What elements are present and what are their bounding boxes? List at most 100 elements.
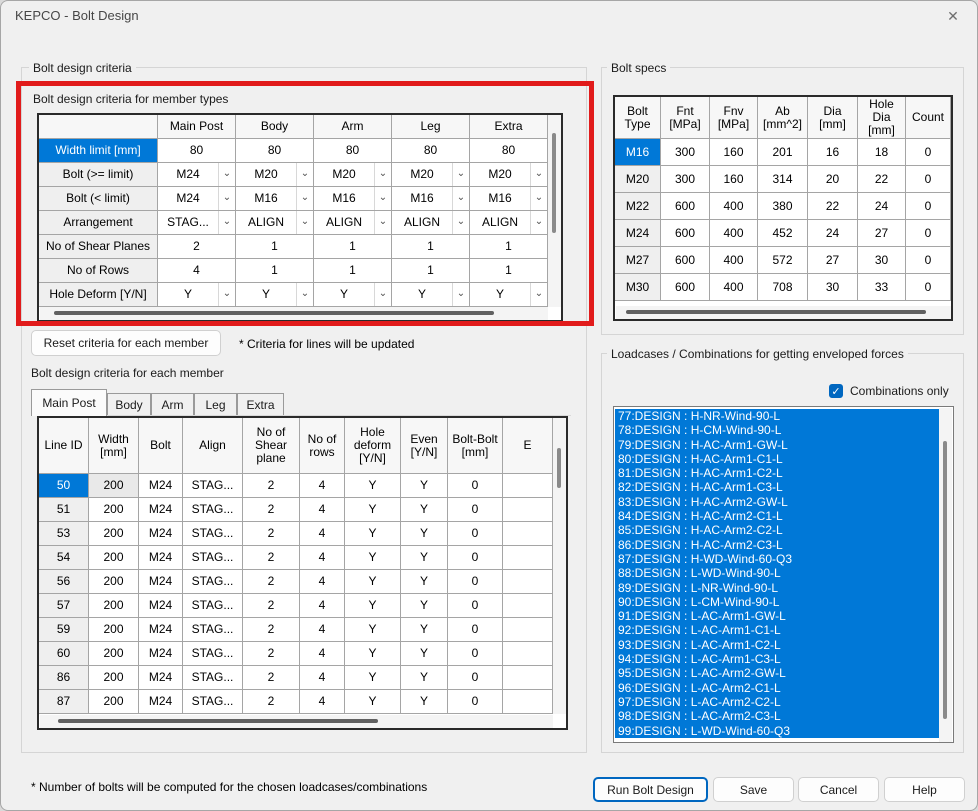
specs-cell[interactable]: 0 — [906, 193, 951, 220]
specs-cell[interactable]: 0 — [906, 220, 951, 247]
pm-cell[interactable]: 2 — [243, 666, 300, 690]
pm-cell[interactable]: 200 — [89, 618, 139, 642]
specs-cell[interactable]: 20 — [808, 166, 858, 193]
pm-cell[interactable]: 2 — [243, 474, 300, 498]
pm-cell[interactable]: Y — [345, 642, 401, 666]
pm-cell[interactable] — [503, 546, 553, 570]
pm-cell[interactable]: STAG... — [183, 474, 243, 498]
chevron-down-icon[interactable]: ⌄ — [218, 283, 235, 306]
pm-cell[interactable]: Y — [345, 594, 401, 618]
pm-cell[interactable]: M24 — [139, 666, 183, 690]
mt-value-cell[interactable]: 80 — [236, 139, 314, 163]
pm-cell[interactable]: M24 — [139, 570, 183, 594]
pm-cell[interactable] — [503, 570, 553, 594]
pm-cell[interactable]: M24 — [139, 474, 183, 498]
pm-cell[interactable]: 2 — [243, 594, 300, 618]
pm-cell[interactable]: 4 — [300, 498, 345, 522]
combinations-only-checkbox[interactable]: ✓ — [829, 384, 843, 398]
lc-vscroll-track[interactable] — [939, 408, 952, 742]
chevron-down-icon[interactable]: ⌄ — [218, 211, 235, 234]
pm-hscroll-thumb[interactable] — [58, 719, 378, 723]
pm-vscroll-track[interactable] — [552, 418, 566, 714]
specs-row-header[interactable]: M16 — [615, 139, 661, 166]
loadcase-item[interactable]: 85:DESIGN : H-AC-Arm2-C2-L — [615, 523, 940, 537]
pm-cell[interactable]: 2 — [243, 522, 300, 546]
pm-cell[interactable]: Y — [401, 618, 448, 642]
chevron-down-icon[interactable]: ⌄ — [374, 187, 391, 210]
pm-row-header[interactable]: 87 — [39, 690, 89, 714]
pm-cell[interactable]: 4 — [300, 570, 345, 594]
mt-row-header[interactable]: Arrangement — [39, 211, 158, 235]
pm-row-header[interactable]: 59 — [39, 618, 89, 642]
mt-combo-cell[interactable]: Y⌄ — [392, 283, 470, 307]
mt-row-header[interactable]: Bolt (< limit) — [39, 187, 158, 211]
pm-row-header[interactable]: 53 — [39, 522, 89, 546]
chevron-down-icon[interactable]: ⌄ — [530, 163, 547, 186]
specs-cell[interactable]: 400 — [710, 193, 758, 220]
loadcase-item[interactable]: 82:DESIGN : H-AC-Arm1-C3-L — [615, 480, 940, 494]
loadcase-item[interactable]: 93:DESIGN : L-AC-Arm1-C2-L — [615, 638, 940, 652]
specs-cell[interactable]: 16 — [808, 139, 858, 166]
mt-vscroll-track[interactable] — [547, 115, 561, 307]
mt-combo-cell[interactable]: ALIGN⌄ — [392, 211, 470, 235]
mt-value-cell[interactable]: 4 — [158, 259, 236, 283]
pm-cell[interactable]: Y — [345, 666, 401, 690]
tab-body[interactable]: Body — [107, 393, 151, 416]
loadcase-item[interactable]: 92:DESIGN : L-AC-Arm1-C1-L — [615, 623, 940, 637]
loadcase-item[interactable]: 90:DESIGN : L-CM-Wind-90-L — [615, 595, 940, 609]
pm-cell[interactable]: 0 — [448, 546, 503, 570]
loadcase-item[interactable]: 83:DESIGN : H-AC-Arm2-GW-L — [615, 495, 940, 509]
chevron-down-icon[interactable]: ⌄ — [374, 163, 391, 186]
mt-combo-cell[interactable]: STAG...⌄ — [158, 211, 236, 235]
mt-combo-cell[interactable]: M16⌄ — [314, 187, 392, 211]
pm-row-header[interactable]: 86 — [39, 666, 89, 690]
specs-cell[interactable]: 30 — [808, 274, 858, 301]
specs-cell[interactable]: 18 — [858, 139, 906, 166]
pm-cell[interactable] — [503, 618, 553, 642]
pm-cell[interactable]: M24 — [139, 690, 183, 714]
pm-cell[interactable]: 2 — [243, 498, 300, 522]
specs-row-header[interactable]: M27 — [615, 247, 661, 274]
specs-cell[interactable]: 0 — [906, 139, 951, 166]
pm-cell[interactable]: STAG... — [183, 570, 243, 594]
pm-row-header[interactable]: 50 — [39, 474, 89, 498]
pm-cell[interactable]: M24 — [139, 522, 183, 546]
pm-row-header[interactable]: 57 — [39, 594, 89, 618]
mt-row-header[interactable]: Bolt (>= limit) — [39, 163, 158, 187]
chevron-down-icon[interactable]: ⌄ — [530, 283, 547, 306]
specs-cell[interactable]: 22 — [808, 193, 858, 220]
mt-row-header[interactable]: No of Shear Planes — [39, 235, 158, 259]
lc-vscroll-thumb[interactable] — [943, 441, 947, 719]
specs-hscroll-thumb[interactable] — [626, 310, 926, 314]
cancel-button[interactable]: Cancel — [798, 777, 879, 802]
mt-hscroll-thumb[interactable] — [54, 311, 494, 315]
pm-cell[interactable]: STAG... — [183, 498, 243, 522]
pm-cell[interactable]: Y — [345, 474, 401, 498]
tab-leg[interactable]: Leg — [194, 393, 237, 416]
pm-cell[interactable]: 0 — [448, 522, 503, 546]
specs-cell[interactable]: 0 — [906, 247, 951, 274]
tab-arm[interactable]: Arm — [151, 393, 194, 416]
pm-cell[interactable] — [503, 690, 553, 714]
loadcase-item[interactable]: 80:DESIGN : H-AC-Arm1-C1-L — [615, 452, 940, 466]
chevron-down-icon[interactable]: ⌄ — [296, 211, 313, 234]
pm-cell[interactable]: Y — [345, 570, 401, 594]
specs-cell[interactable]: 0 — [906, 166, 951, 193]
pm-cell[interactable]: M24 — [139, 642, 183, 666]
pm-cell[interactable]: 200 — [89, 522, 139, 546]
chevron-down-icon[interactable]: ⌄ — [530, 211, 547, 234]
specs-cell[interactable]: 380 — [758, 193, 808, 220]
chevron-down-icon[interactable]: ⌄ — [218, 163, 235, 186]
pm-cell[interactable]: 2 — [243, 690, 300, 714]
pm-vscroll-thumb[interactable] — [557, 448, 561, 488]
chevron-down-icon[interactable]: ⌄ — [296, 163, 313, 186]
chevron-down-icon[interactable]: ⌄ — [374, 211, 391, 234]
pm-row-header[interactable]: 54 — [39, 546, 89, 570]
mt-value-cell[interactable]: 1 — [314, 259, 392, 283]
pm-cell[interactable]: 200 — [89, 642, 139, 666]
mt-combo-cell[interactable]: ALIGN⌄ — [470, 211, 548, 235]
specs-row-header[interactable]: M24 — [615, 220, 661, 247]
pm-cell[interactable]: 2 — [243, 642, 300, 666]
loadcase-item[interactable]: 79:DESIGN : H-AC-Arm1-GW-L — [615, 438, 940, 452]
specs-cell[interactable]: 30 — [858, 247, 906, 274]
